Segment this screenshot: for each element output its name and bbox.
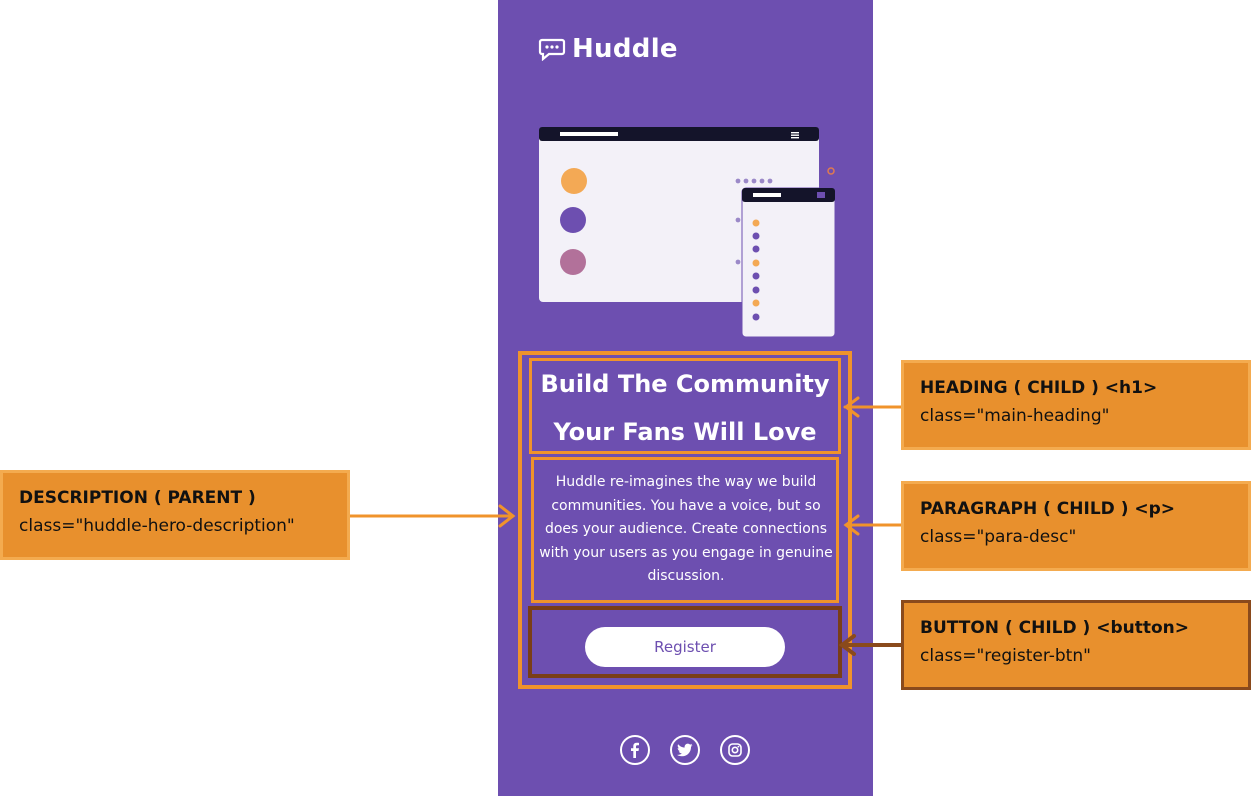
heading-callout-class: class="main-heading" [920,406,1110,426]
button-callout: BUTTON ( CHILD ) <button> class="registe… [901,600,1251,690]
instagram-icon [728,743,742,757]
chat-bubble-icon [538,38,566,61]
paragraph-callout-class: class="para-desc" [920,527,1077,547]
description-callout-class: class="huddle-hero-description" [19,516,295,536]
button-callout-title: BUTTON ( CHILD ) <button> [920,618,1190,638]
hero-description: Huddle re-imagines the way we build comm… [539,474,833,584]
logo-text: Huddle [572,34,678,64]
facebook-link[interactable] [620,735,650,765]
description-callout: DESCRIPTION ( PARENT ) class="huddle-her… [0,470,350,560]
facebook-icon [631,742,639,758]
main-heading: Build The Community Your Fans Will Love [525,360,845,456]
button-callout-class: class="register-btn" [920,646,1091,666]
huddle-logo[interactable]: Huddle [538,32,678,66]
paragraph-callout: PARAGRAPH ( CHILD ) <p> class="para-desc… [901,481,1251,571]
twitter-link[interactable] [670,735,700,765]
instagram-link[interactable] [720,735,750,765]
heading-line-2: Your Fans Will Love [553,418,817,446]
register-button[interactable]: Register [585,627,785,667]
twitter-icon [677,743,693,757]
description-callout-title: DESCRIPTION ( PARENT ) [19,488,256,508]
hero-illustration [539,127,836,338]
heading-line-1: Build The Community [540,370,830,398]
heading-callout-title: HEADING ( CHILD ) <h1> [920,378,1158,398]
paragraph-callout-title: PARAGRAPH ( CHILD ) <p> [920,499,1176,519]
heading-callout: HEADING ( CHILD ) <h1> class="main-headi… [901,360,1251,450]
